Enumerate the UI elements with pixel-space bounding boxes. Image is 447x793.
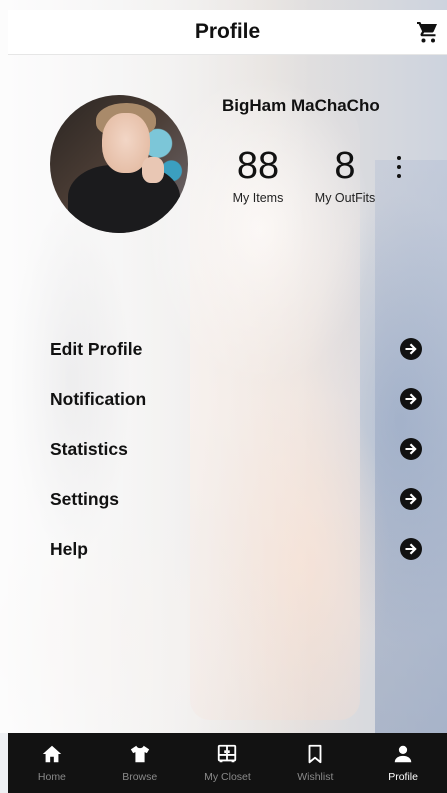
avatar[interactable]: [50, 95, 188, 233]
my-items-stat[interactable]: 88 My Items: [225, 146, 291, 205]
nav-label: Browse: [122, 771, 158, 783]
more-vert-icon: [397, 156, 401, 160]
more-options-button[interactable]: [392, 154, 406, 180]
top-app-bar: Profile: [8, 10, 447, 55]
menu-item-label: Notification: [50, 388, 147, 409]
menu-item-notification[interactable]: Notification: [0, 374, 447, 424]
nav-label: Home: [37, 771, 66, 783]
home-icon: [42, 745, 62, 763]
nav-home[interactable]: Home: [8, 733, 96, 793]
shopping-cart-icon: [417, 22, 437, 43]
menu-item-settings[interactable]: Settings: [0, 474, 447, 524]
nav-profile[interactable]: Profile: [359, 733, 447, 793]
menu-item-edit-profile[interactable]: Edit Profile: [0, 324, 447, 374]
menu-item-statistics[interactable]: Statistics: [0, 424, 447, 474]
avatar-hand: [142, 157, 164, 183]
bottom-nav-bar: Home Browse My Closet Wishlist Profile: [8, 733, 447, 793]
items-label: My Items: [232, 191, 284, 205]
page-title: Profile: [194, 20, 261, 43]
menu-item-label: Settings: [50, 488, 120, 509]
nav-my-closet[interactable]: My Closet: [184, 733, 272, 793]
nav-wishlist[interactable]: Wishlist: [271, 733, 359, 793]
outfits-label: My OutFits: [314, 191, 376, 205]
nav-label: Profile: [388, 771, 418, 783]
person-icon: [394, 745, 412, 763]
bookmark-icon: [308, 744, 322, 764]
nav-browse[interactable]: Browse: [96, 733, 184, 793]
menu-item-help[interactable]: Help: [0, 524, 447, 574]
nav-label: Wishlist: [297, 771, 334, 783]
nav-label: My Closet: [204, 771, 251, 783]
menu-item-label: Statistics: [50, 438, 128, 459]
arrow-right-circle-icon: [400, 388, 422, 410]
profile-name: BigHam MaChaCho: [222, 96, 380, 115]
my-outfits-stat[interactable]: 8 My OutFits: [305, 146, 385, 205]
items-count: 88: [236, 145, 280, 187]
outfits-count: 8: [334, 145, 356, 187]
closet-icon: [218, 744, 237, 763]
arrow-right-circle-icon: [400, 488, 422, 510]
arrow-right-circle-icon: [400, 338, 422, 360]
shirt-icon: [130, 745, 149, 763]
profile-menu: Edit Profile Notification Statistics Set…: [0, 324, 447, 574]
arrow-right-circle-icon: [400, 538, 422, 560]
menu-item-label: Help: [50, 538, 88, 559]
cart-button[interactable]: [415, 19, 441, 45]
menu-item-label: Edit Profile: [50, 338, 143, 359]
arrow-right-circle-icon: [400, 438, 422, 460]
